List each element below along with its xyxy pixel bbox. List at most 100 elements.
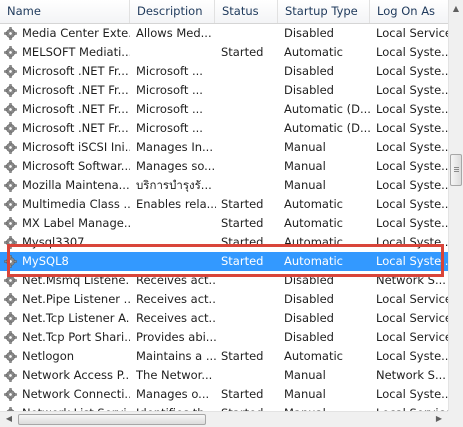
service-row[interactable]: Media Center Exte... Allows Med... Disable… [0,24,448,43]
service-description: Enables rela... [136,197,216,211]
service-row[interactable]: Multimedia Class ... Enables rela... Start… [0,195,448,214]
service-description: Receives act... [136,292,216,306]
gear-icon [4,388,17,401]
service-log-on-as: Local Service [376,292,448,306]
service-row[interactable]: Net.Msmq Listene... Receives act... Disabl… [0,271,448,290]
grip-line [454,171,459,172]
service-startup-type: Disabled [284,273,334,287]
service-startup-type: Manual [284,140,326,154]
service-name: Mysql3307 [22,235,85,249]
service-startup-type: Disabled [284,64,334,78]
service-row[interactable]: Microsoft .NET Fr... Microsoft ... Automat… [0,100,448,119]
gear-icon [4,160,17,173]
service-log-on-as: Network S... [376,368,446,382]
service-row[interactable]: Network Connecti... Manages o... Started Ma… [0,385,448,404]
service-row[interactable]: Net.Tcp Port Shari... Provides abi... Disa… [0,328,448,347]
service-description: The Networ... [136,368,213,382]
service-description: Microsoft ... [136,102,203,116]
vertical-scroll-thumb[interactable] [450,154,462,186]
gear-icon [4,84,17,97]
service-log-on-as: Local Syste... [376,140,448,154]
service-name: Media Center Exte... [22,26,130,40]
service-name: Mozilla Maintena... [22,178,130,192]
service-log-on-as: Local Syste... [376,102,448,116]
service-row[interactable]: Net.Tcp Listener A... Receives act... Disa… [0,309,448,328]
vertical-scrollbar[interactable]: ▲ [448,0,463,411]
gear-icon [4,274,17,287]
service-startup-type: Disabled [284,311,334,325]
gear-icon [4,122,17,135]
service-name: Net.Pipe Listener ... [22,292,130,306]
service-description [136,233,216,252]
service-row[interactable]: Network Access P... The Networ... Manual Ne… [0,366,448,385]
service-status: Started [221,387,264,401]
service-row[interactable]: Netlogon Maintains a ... Started Automatic L… [0,347,448,366]
service-log-on-as: Local Syste... [376,121,448,135]
scroll-right-arrow-icon[interactable]: ▶ [432,412,446,426]
gear-icon [4,103,17,116]
service-row[interactable]: Mysql3307 Started Automatic Local Syste... [0,233,448,252]
column-header-status[interactable]: Status [215,0,278,23]
service-row[interactable]: MX Label Manage... Started Automatic Local … [0,214,448,233]
service-name: Microsoft .NET Fr... [22,121,129,135]
column-header-log-on-as[interactable]: Log On As [370,0,448,23]
gear-icon [4,198,17,211]
service-log-on-as: Local Syste... [376,349,448,363]
service-startup-type: Automatic [284,235,343,249]
service-status [221,100,277,119]
scroll-left-arrow-icon[interactable]: ◀ [2,412,16,426]
grip-line [454,169,459,170]
service-row[interactable]: Microsoft iSCSI Ini... Manages In... Manua… [0,138,448,157]
column-header-startup-type[interactable]: Startup Type [278,0,370,23]
service-log-on-as: Local Syste... [376,235,448,249]
service-name: Net.Tcp Port Shari... [22,330,130,344]
gear-icon [4,27,17,40]
service-description: Identifies th... [136,404,216,411]
service-row[interactable]: Microsoft Softwar... Manages so... Manual L… [0,157,448,176]
service-name: Netlogon [22,349,75,363]
service-row-selected[interactable]: MySQL8 Started Automatic Local Syste... [0,252,448,271]
service-startup-type: Disabled [284,83,334,97]
service-row[interactable]: MELSOFT Mediati... Started Automatic Local … [0,43,448,62]
service-name: MySQL8 [22,254,69,268]
service-row[interactable]: Mozilla Maintena... บริการบำรุงรั... Manua… [0,176,448,195]
service-description: Manages so... [136,159,216,173]
gear-icon [4,255,17,268]
service-row[interactable]: Microsoft .NET Fr... Microsoft ... Automat… [0,119,448,138]
service-startup-type: Automatic [284,197,343,211]
service-name: Microsoft Softwar... [22,159,130,173]
service-startup-type: Automatic [284,349,343,363]
service-row[interactable]: Net.Pipe Listener ... Receives act... Disa… [0,290,448,309]
service-log-on-as: Local Syste... [376,197,448,211]
service-startup-type: Disabled [284,292,334,306]
gear-icon [4,369,17,382]
gear-icon [4,236,17,249]
service-description: Microsoft ... [136,83,203,97]
service-startup-type: Automatic [284,254,343,268]
service-startup-type: Manual [284,368,326,382]
column-header-name[interactable]: Name [0,0,130,23]
service-name: Network List Servi... [22,404,130,411]
service-description: Manages o... [136,387,210,401]
service-status [221,157,277,176]
service-description: Maintains a ... [136,349,216,363]
column-header-description[interactable]: Description [130,0,215,23]
service-name: Net.Tcp Listener A... [22,311,130,325]
horizontal-scroll-thumb[interactable] [18,414,206,425]
gear-icon [4,217,17,230]
service-status [221,81,277,100]
service-log-on-as: Local Syste... [376,64,448,78]
service-startup-type: Automatic [284,216,343,230]
scroll-up-arrow-icon[interactable]: ▲ [449,2,463,16]
service-row[interactable]: Microsoft .NET Fr... Microsoft ... Disable… [0,62,448,81]
service-name: Microsoft .NET Fr... [22,64,129,78]
gear-icon [4,350,17,363]
service-log-on-as: Local Service [376,404,448,411]
service-log-on-as: Local Service [376,26,448,40]
service-description: Receives act... [136,273,216,287]
service-row[interactable]: Network List Servi... Identifies th... Sta… [0,404,448,411]
service-row[interactable]: Microsoft .NET Fr... Microsoft ... Disable… [0,81,448,100]
horizontal-scrollbar[interactable]: ◀ ▶ [0,411,448,427]
service-log-on-as: Local Service [376,330,448,344]
service-startup-type: Disabled [284,26,334,40]
